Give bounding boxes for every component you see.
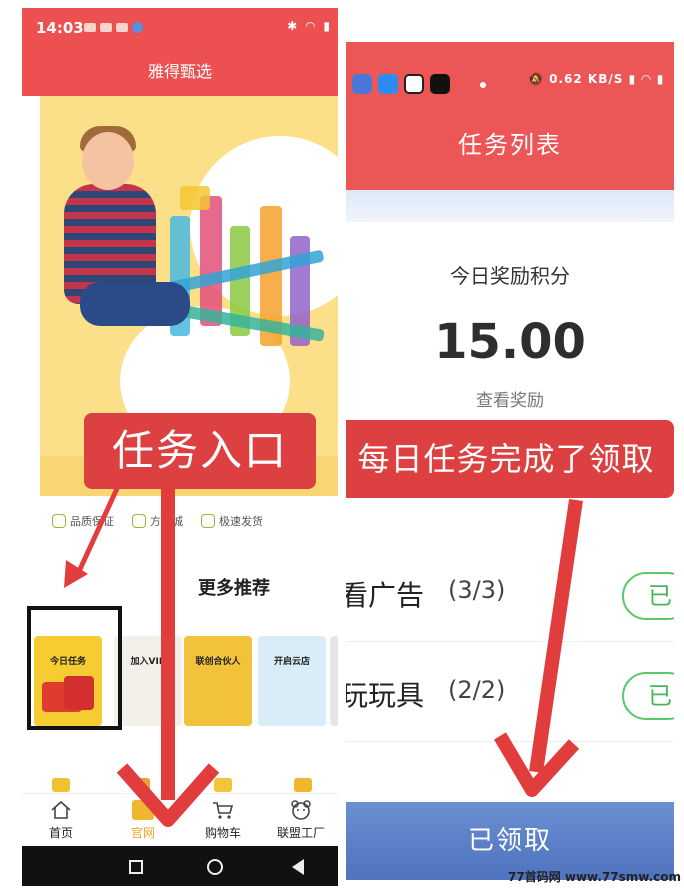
notification-icon bbox=[84, 23, 96, 32]
task-row: 看广告 (3/3) 已 bbox=[346, 542, 674, 642]
watermark: 77首码网 www.77smw.com bbox=[508, 870, 682, 884]
task-progress: (3/3) bbox=[448, 576, 506, 604]
truck-icon bbox=[201, 514, 215, 528]
notification-app-icons bbox=[352, 74, 450, 94]
task-progress: (2/2) bbox=[448, 676, 506, 704]
quick-icon[interactable] bbox=[294, 778, 312, 792]
alipay-icon bbox=[378, 74, 398, 94]
home-button[interactable] bbox=[207, 859, 223, 875]
task-entry-annotation: 任务入口 bbox=[84, 413, 316, 489]
notification-icon bbox=[116, 23, 128, 32]
network-speed: 🔕 0.62 KB/S ▮ ◠ ▮ bbox=[528, 72, 665, 86]
tiktok-icon bbox=[430, 74, 450, 94]
notification-icon bbox=[100, 23, 112, 32]
boy-photo bbox=[82, 132, 134, 190]
card-partner[interactable]: 联创合伙人 bbox=[184, 636, 252, 726]
card-partial[interactable] bbox=[330, 636, 338, 726]
feature-item: 品质保证 bbox=[52, 513, 114, 529]
feature-item: 方商城 bbox=[132, 513, 183, 529]
quick-icon[interactable] bbox=[52, 778, 70, 792]
task-done-button[interactable]: 已 bbox=[622, 572, 674, 620]
notification-icons bbox=[84, 22, 143, 33]
highlight-box bbox=[27, 606, 122, 730]
card-join-vip[interactable]: 加入VIP bbox=[114, 636, 182, 726]
daily-claim-annotation: 每日任务完成了领取 bbox=[346, 420, 674, 498]
feature-strip: 品质保证 方商城 极速发货 bbox=[52, 504, 338, 538]
card-open-store[interactable]: 开启云店 bbox=[258, 636, 326, 726]
task-name: 玩玩具 bbox=[346, 679, 425, 712]
system-nav-bar bbox=[22, 846, 338, 886]
cart-icon bbox=[213, 802, 234, 819]
shield-icon bbox=[52, 514, 66, 528]
page-title: 任务列表 bbox=[346, 100, 674, 190]
recent-apps-button[interactable] bbox=[129, 860, 143, 874]
home-icon bbox=[51, 800, 71, 819]
left-phone-screen: 14:03 ✱ ◠ ▮ 雅得甄选 品质保证 方商城 极速发货 更多推荐 今日任务… bbox=[22, 8, 338, 886]
store-icon bbox=[132, 514, 146, 528]
tab-home[interactable]: 首页 bbox=[26, 800, 96, 841]
feature-item: 极速发货 bbox=[201, 513, 263, 529]
tab-factory[interactable]: 联盟工厂 bbox=[266, 800, 336, 841]
status-bar: 14:03 ✱ ◠ ▮ bbox=[22, 8, 338, 48]
reward-value: 15.00 bbox=[434, 314, 586, 370]
task-row: 玩玩具 (2/2) 已 bbox=[346, 642, 674, 742]
status-bar: 🔕 0.62 KB/S ▮ ◠ ▮ bbox=[346, 42, 674, 100]
tab-cart[interactable]: 购物车 bbox=[188, 800, 258, 841]
notification-icon bbox=[132, 22, 143, 33]
marble-run-toy-image bbox=[160, 186, 330, 366]
status-time: 14:03 bbox=[36, 19, 84, 37]
qq-icon bbox=[404, 74, 424, 94]
reward-label: 今日奖励积分 bbox=[450, 264, 570, 288]
more-recommend-title: 更多推荐 bbox=[198, 578, 270, 599]
task-done-button[interactable]: 已 bbox=[622, 672, 674, 720]
quick-icon[interactable] bbox=[214, 778, 232, 792]
right-phone-screen: 🔕 0.62 KB/S ▮ ◠ ▮ 任务列表 今日奖励积分 15.00 查看奖励… bbox=[346, 42, 674, 888]
system-status-icons: ✱ ◠ ▮ bbox=[287, 19, 332, 33]
task-name: 看广告 bbox=[346, 579, 425, 612]
bear-icon bbox=[291, 800, 311, 820]
grid-icon bbox=[132, 800, 154, 820]
view-reward-link[interactable]: 查看奖励 bbox=[346, 386, 674, 411]
bottom-tabbar: 首页 官网 购物车 联盟工厂 bbox=[22, 793, 338, 847]
app-icon bbox=[352, 74, 372, 94]
back-button[interactable] bbox=[292, 859, 304, 875]
tab-official[interactable]: 官网 bbox=[108, 800, 178, 841]
page-title: 雅得甄选 bbox=[22, 48, 338, 96]
quick-icon[interactable] bbox=[132, 778, 150, 792]
